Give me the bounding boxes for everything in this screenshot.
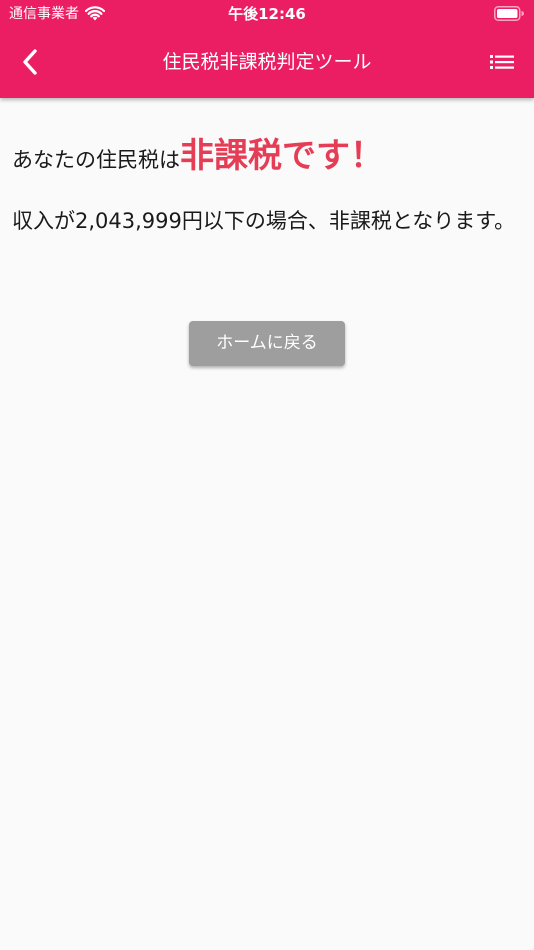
battery-icon [494,6,524,21]
page-title: 住民税非課税判定ツール [162,51,372,73]
result-status: 非課税です！ [180,136,384,176]
back-button[interactable] [14,46,46,78]
app-header: 通信事業者 午後12:46 住民税非課税判定ツール [0,0,534,98]
status-bar: 通信事業者 午後12:46 [0,0,534,28]
income-threshold-text: 収入が2,043,999円以下の場合、非課税となります。 [12,209,516,233]
list-menu-icon [490,55,514,69]
menu-button[interactable] [486,48,518,76]
result-line: あなたの住民税は非課税です！ [12,128,527,177]
chevron-left-icon [23,49,37,75]
home-button[interactable]: ホームに戻る [189,321,345,366]
status-time: 午後12:46 [228,5,306,23]
navigation-bar: 住民税非課税判定ツール [0,28,534,98]
result-prefix: あなたの住民税は [12,148,180,172]
